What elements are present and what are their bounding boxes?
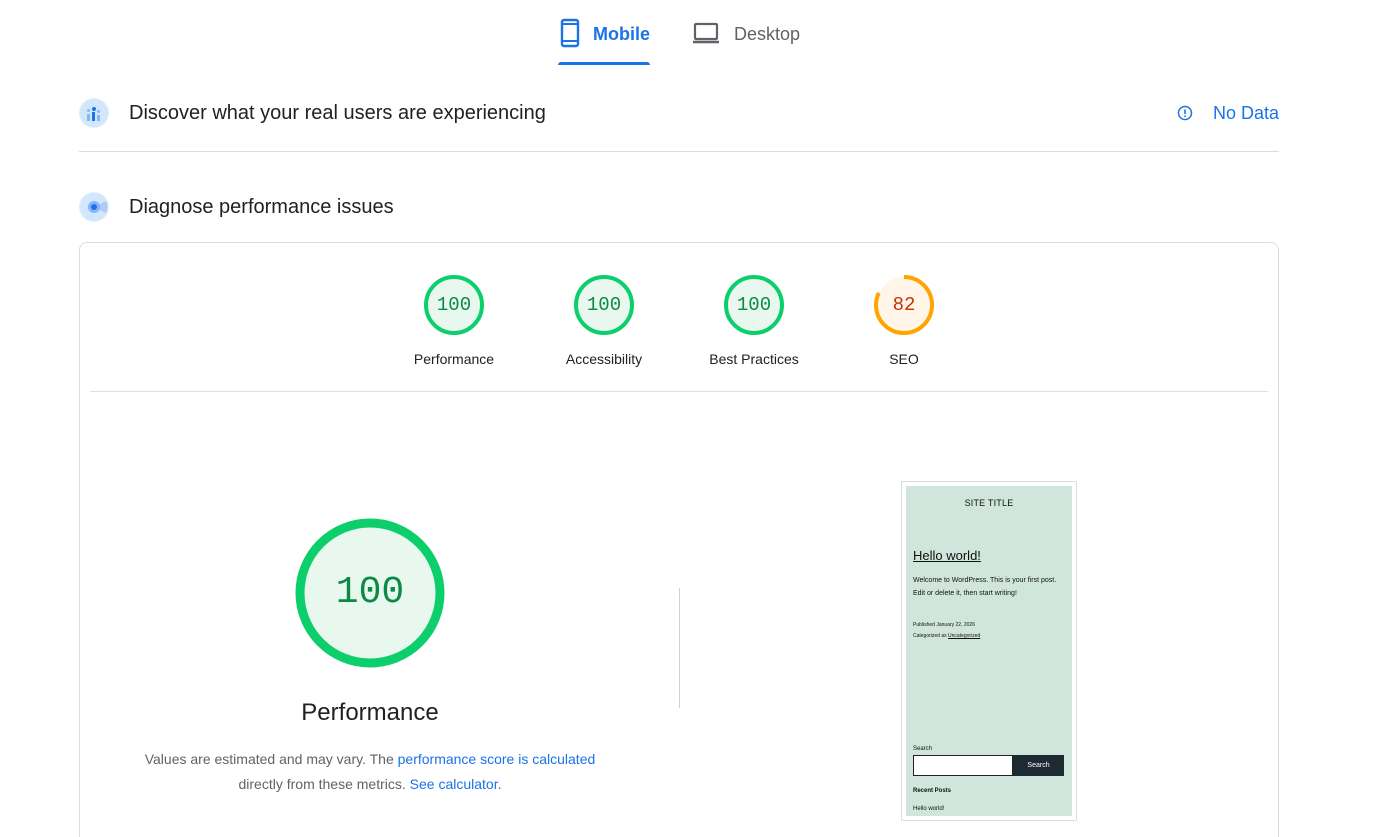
category-gauges: 100 Performance 100 Accessibility 100 Be… [80, 273, 1280, 373]
no-data-label: No Data [1212, 102, 1279, 123]
performance-big-score: 100 [335, 571, 405, 614]
tab-mobile[interactable]: Mobile [558, 18, 650, 66]
preview-categorized: Categorized as Uncategorized [913, 631, 1063, 642]
gauges-divider [90, 391, 1268, 392]
gauge-accessibility-value: 100 [586, 294, 622, 316]
diagnose-target-icon [79, 192, 109, 222]
preview-recent-item: Hello world! [913, 806, 945, 812]
preview-search-label: Search [913, 746, 933, 752]
preview-categorized-prefix: Categorized as [913, 633, 949, 639]
performance-big-gauge: 100 [293, 516, 447, 670]
performance-title: Performance [301, 699, 439, 726]
tab-desktop[interactable]: Desktop [692, 18, 807, 66]
see-calculator-link[interactable]: See calculator [410, 776, 498, 792]
preview-search-button: Search [1013, 755, 1064, 776]
diagnose-section: Diagnose performance issues [79, 187, 1279, 227]
preview-category: Uncategorized [948, 633, 981, 639]
gauge-best-practices[interactable]: 100 Best Practices [694, 273, 814, 367]
gauge-best-practices-value: 100 [736, 294, 772, 316]
gauge-seo-value: 82 [892, 294, 916, 316]
lighthouse-report-card: 100 Performance 100 Accessibility 100 Be… [79, 242, 1279, 837]
perf-desc-prefix: Values are estimated and may vary. The [144, 751, 398, 767]
active-tab-indicator [558, 62, 650, 65]
gauge-seo-label: SEO [889, 351, 919, 367]
tab-desktop-label: Desktop [734, 24, 801, 44]
preview-search-input [913, 755, 1013, 776]
diagnose-title: Diagnose performance issues [129, 195, 394, 218]
crux-chart-icon [79, 98, 109, 128]
section-divider [79, 151, 1279, 152]
smartphone-icon [558, 18, 581, 50]
gauge-performance[interactable]: 100 Performance [394, 273, 514, 367]
tab-mobile-label: Mobile [593, 24, 650, 44]
score-calculated-link[interactable]: performance score is calculated [398, 751, 596, 767]
gauge-seo[interactable]: 82 SEO [844, 273, 964, 367]
preview-recent-posts: Recent Posts [913, 788, 952, 794]
no-data-status[interactable]: No Data [1177, 93, 1279, 133]
real-users-section: Discover what your real users are experi… [79, 93, 1279, 133]
screenshot-page: SITE TITLE Hello world! Welcome to WordP… [906, 486, 1072, 816]
info-icon [1177, 105, 1193, 121]
preview-post-title: Hello world! [913, 548, 981, 563]
gauge-accessibility[interactable]: 100 Accessibility [544, 273, 664, 367]
perf-desc-mid: directly from these metrics. [238, 776, 406, 792]
gauge-accessibility-label: Accessibility [565, 351, 643, 367]
preview-post-body: Welcome to WordPress. This is your first… [913, 577, 1057, 597]
gauge-performance-value: 100 [436, 294, 472, 316]
vertical-separator [679, 588, 680, 708]
performance-description: Values are estimated and may vary. The p… [120, 747, 620, 797]
final-screenshot: SITE TITLE Hello world! Welcome to WordP… [901, 481, 1077, 821]
preview-post-meta: Published January 22, 2026 Categorized a… [913, 620, 1063, 642]
perf-desc-suffix: . [497, 776, 502, 792]
device-tabs: Mobile Desktop [0, 0, 1377, 70]
gauge-best-practices-label: Best Practices [709, 351, 799, 367]
preview-site-title: SITE TITLE [964, 498, 1014, 508]
preview-published: Published January 22, 2026 [913, 622, 975, 628]
laptop-icon [692, 18, 720, 50]
gauge-performance-label: Performance [413, 351, 495, 367]
real-users-title: Discover what your real users are experi… [129, 101, 546, 124]
